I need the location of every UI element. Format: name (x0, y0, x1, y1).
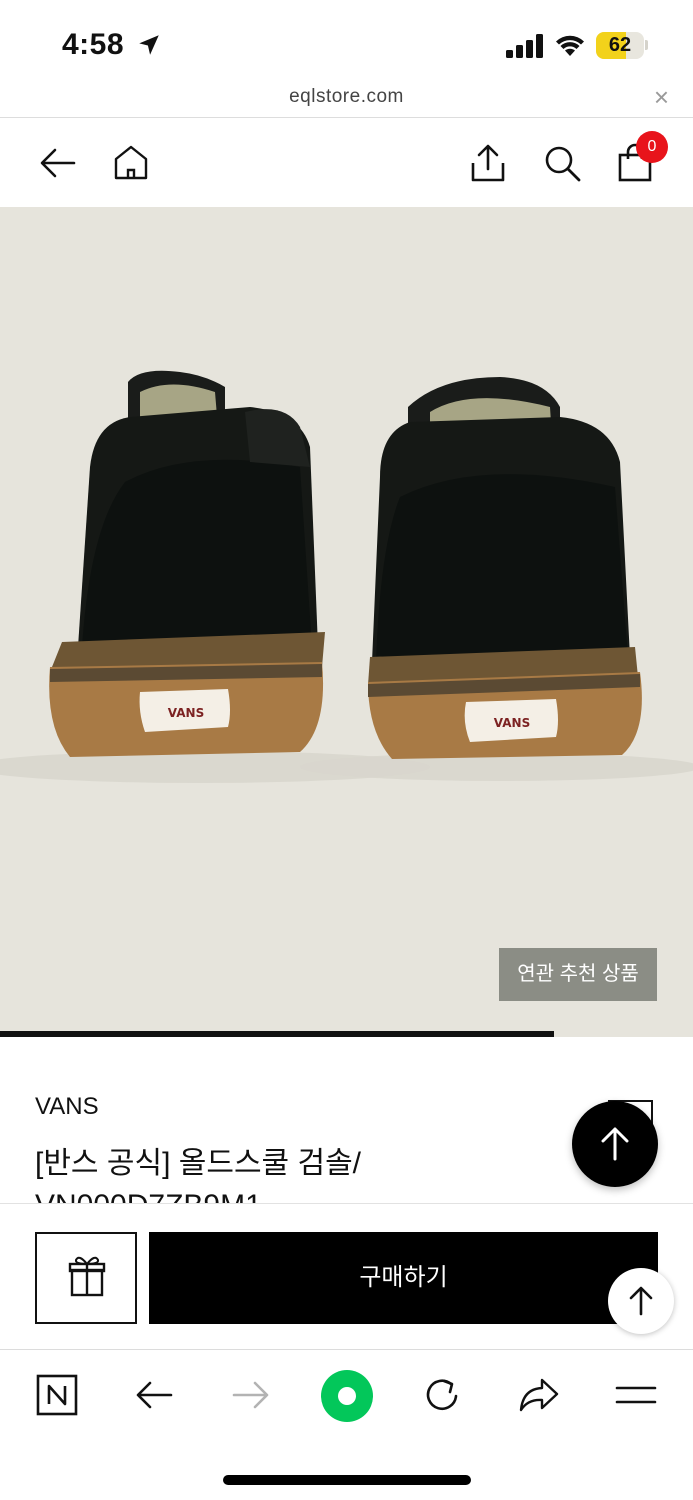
location-arrow-icon (139, 35, 159, 55)
gift-icon (68, 1256, 106, 1297)
reload-icon[interactable] (419, 1372, 465, 1418)
site-header (0, 119, 693, 207)
product-title: [반스 공식] 올드스쿨 검솔/ VN000D7ZB9M1 (35, 1143, 555, 1203)
status-time: 4:58 (62, 28, 125, 61)
brand-name[interactable]: VANS (35, 1093, 99, 1121)
green-dot-icon[interactable] (320, 1369, 374, 1423)
product-image[interactable]: VANS VANS (0, 207, 693, 1033)
naver-n-icon[interactable] (34, 1372, 80, 1418)
image-slider-track[interactable] (0, 1031, 693, 1037)
search-icon[interactable] (542, 143, 582, 183)
product-title-line2: VN000D7ZB9M1 (35, 1185, 555, 1203)
image-slider-progress (0, 1031, 555, 1037)
sneakers-image: VANS VANS (0, 370, 693, 783)
battery-level: 62 (608, 34, 632, 56)
battery-tip (645, 40, 648, 50)
svg-text:VANS: VANS (168, 706, 204, 720)
battery-icon: 62 (596, 32, 644, 59)
wifi-icon (556, 35, 584, 56)
share-icon[interactable] (516, 1372, 562, 1418)
purchase-button[interactable]: 구매하기 (149, 1232, 658, 1324)
menu-icon[interactable] (613, 1372, 659, 1418)
url-text[interactable]: eqlstore.com (0, 86, 693, 108)
gift-button[interactable] (35, 1232, 137, 1324)
share-icon[interactable] (468, 143, 508, 183)
status-bar: 4:58 62 (0, 0, 693, 86)
back-arrow-icon[interactable] (38, 143, 78, 183)
cart-count-badge[interactable]: 0 (636, 131, 668, 163)
svg-text:VANS: VANS (494, 716, 530, 730)
home-icon[interactable] (111, 143, 151, 183)
related-products-button[interactable]: 연관 추천 상품 (499, 948, 657, 1001)
home-indicator (223, 1475, 471, 1485)
forward-icon[interactable] (228, 1372, 274, 1418)
browser-scroll-top-button[interactable] (608, 1268, 674, 1334)
arrow-up-icon (629, 1286, 653, 1316)
scroll-to-top-button[interactable] (572, 1101, 658, 1187)
signal-icon (506, 34, 543, 58)
product-title-line1: [반스 공식] 올드스쿨 검솔/ (35, 1147, 362, 1180)
back-icon[interactable] (131, 1372, 177, 1418)
arrow-up-icon (601, 1127, 629, 1161)
browser-url-bar[interactable]: eqlstore.com × (0, 84, 693, 118)
close-icon[interactable]: × (654, 84, 669, 110)
